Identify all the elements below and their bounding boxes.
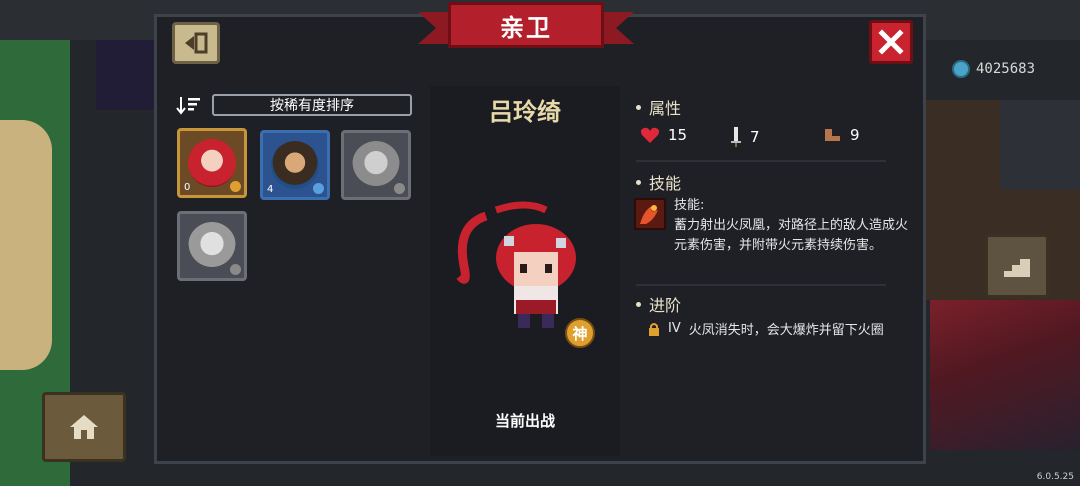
home-icon xyxy=(70,415,98,439)
locked-hero-silhouette xyxy=(188,222,236,270)
sort-control[interactable]: 按稀有度排序 xyxy=(176,94,412,116)
sword-icon xyxy=(731,127,741,147)
rarity-badge-icon xyxy=(313,183,324,194)
stat-attack: 7 xyxy=(730,126,760,148)
rarity-badge-icon xyxy=(394,183,405,194)
version-label: 6.0.5.25 xyxy=(1036,472,1074,482)
stat-hp: 15 xyxy=(640,126,687,144)
stairs-icon xyxy=(1004,259,1030,277)
stat-speed: 9 xyxy=(822,126,860,144)
background-characters xyxy=(930,300,1080,450)
roster-count: 4 xyxy=(267,184,274,195)
title-banner: 亲卫 xyxy=(418,2,634,54)
skill-heading: 技能 xyxy=(636,170,681,194)
attributes-heading-label: 属性 xyxy=(649,99,682,118)
stat-speed-value: 9 xyxy=(850,126,860,144)
close-button[interactable] xyxy=(869,20,913,64)
background-path xyxy=(0,120,52,370)
advance-description: 火凤消失时，会大爆炸并留下火圈 xyxy=(688,323,884,338)
hero-name: 吕玲绮 xyxy=(489,98,561,126)
sort-dropdown[interactable]: 按稀有度排序 xyxy=(212,94,412,116)
panel-title: 亲卫 xyxy=(448,2,604,48)
section-divider xyxy=(636,284,886,286)
heart-icon xyxy=(640,127,660,143)
current-deploy-label: 当前出战 xyxy=(494,412,555,430)
advance-row: IV 火凤消失时，会大爆炸并留下火圈 xyxy=(648,319,884,338)
stat-attack-value: 7 xyxy=(750,128,760,146)
back-arrow-icon xyxy=(185,32,208,54)
stairs-button[interactable] xyxy=(985,234,1049,298)
background-right-wall xyxy=(1000,100,1080,190)
lock-icon xyxy=(649,322,659,336)
close-icon xyxy=(878,29,904,55)
currency-amount: 4025683 xyxy=(976,61,1036,77)
roster-card-locked-1[interactable] xyxy=(341,130,411,200)
boot-icon xyxy=(825,129,840,141)
attributes-heading: 属性 xyxy=(636,95,681,119)
fire-phoenix-skill-icon xyxy=(634,198,666,230)
back-button[interactable] xyxy=(172,22,220,64)
roster-count: 0 xyxy=(184,182,191,193)
stat-hp-value: 15 xyxy=(668,126,688,144)
gem-icon xyxy=(952,60,970,78)
section-divider xyxy=(636,160,886,162)
hero-portrait xyxy=(271,141,319,189)
rarity-badge-icon xyxy=(230,264,241,275)
rarity-badge-icon xyxy=(230,181,241,192)
skill-description-block: 技能: 蓄力射出火凤凰，对路径上的敌人造成火元素伤害，并附带火元素持续伤害。 xyxy=(674,196,909,256)
roster-card-locked-2[interactable] xyxy=(177,211,247,281)
skill-title: 技能: xyxy=(674,198,705,213)
advance-heading-label: 进阶 xyxy=(649,296,682,315)
skill-heading-label: 技能 xyxy=(649,174,682,193)
hero-portrait xyxy=(188,139,236,187)
bullet-icon xyxy=(636,179,641,185)
skill-description: 蓄力射出火凤凰，对路径上的敌人造成火元素伤害，并附带火元素持续伤害。 xyxy=(674,218,909,253)
currency-display: 4025683 xyxy=(952,60,1035,78)
roster-card-lv-lingqi[interactable]: 0 xyxy=(177,128,247,198)
bullet-icon xyxy=(636,301,641,307)
divine-rarity-badge: 神 xyxy=(565,318,595,348)
background-shop-room xyxy=(96,40,156,110)
advance-tier: IV xyxy=(668,321,681,336)
advance-heading: 进阶 xyxy=(636,292,681,316)
roster-card-warrior[interactable]: 4 xyxy=(260,130,330,200)
sort-descending-icon xyxy=(176,95,202,115)
locked-hero-silhouette xyxy=(352,141,400,189)
home-button[interactable] xyxy=(42,392,126,462)
bullet-icon xyxy=(636,104,641,110)
